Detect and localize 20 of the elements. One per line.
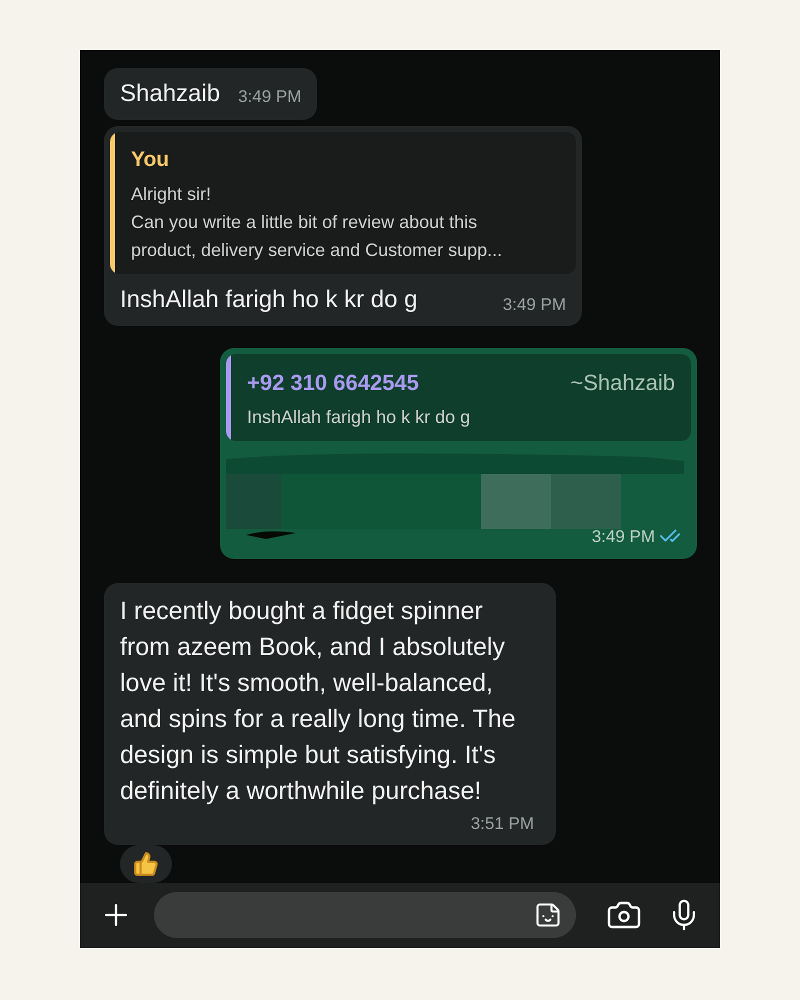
message-time: 3:49 PM	[502, 294, 566, 316]
message-time: 3:49 PM	[238, 87, 302, 106]
message-time: 3:51 PM	[470, 813, 534, 835]
thumbs-up-icon	[133, 850, 159, 876]
quote-alias: ~Shahzaib	[570, 368, 675, 396]
message-text: Shahzaib	[120, 79, 220, 109]
quote-text: product, delivery service and Customer supp...	[131, 238, 504, 262]
quote-author: +92 310 6642545	[247, 368, 419, 396]
message-text: InshAllah farigh ho k kr do g	[120, 284, 418, 314]
quote-text: InshAllah farigh ho k kr do g	[247, 406, 472, 429]
message-input-field[interactable]	[154, 892, 576, 938]
message-time: 3:49 PM	[592, 526, 655, 548]
quote-author: You	[131, 147, 170, 173]
sticker-icon[interactable]	[534, 901, 562, 930]
quoted-message[interactable]: You Alright sir! Can you write a little bit of review about this product, delivery service and Customer supp...	[110, 132, 576, 274]
quote-text: Alright sir!	[131, 182, 212, 206]
message-text: I recently bought a fidget spinner from azeem Book, and I absolutely love it! It's smooth, well-balanced, and spins for a really long time. The design is simple but satisfying. It's definitely a worthwhile purchase!	[120, 596, 517, 807]
reaction-badge[interactable]	[120, 844, 172, 882]
quote-text: Can you write a little bit of review about this	[131, 210, 478, 234]
quoted-message[interactable]: +92 310 6642545 ~Shahzaib InshAllah farigh ho k kr do g	[226, 354, 691, 440]
